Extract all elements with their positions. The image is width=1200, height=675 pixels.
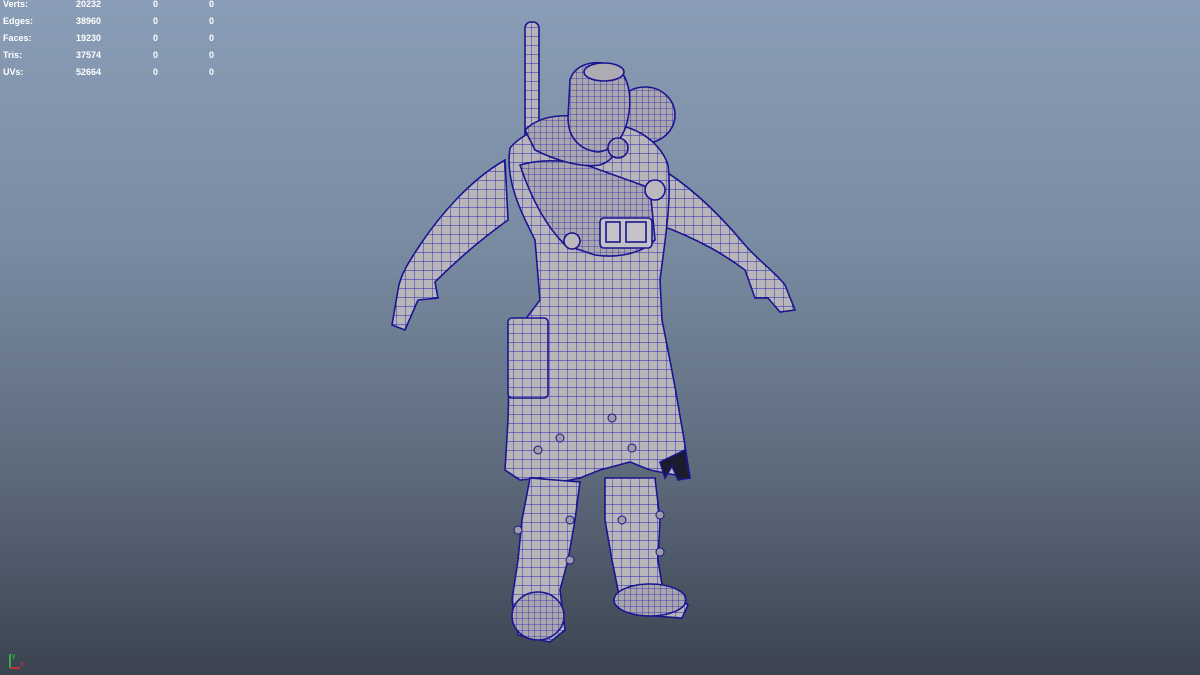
axis-y-label: y [12, 653, 16, 660]
goggles [583, 62, 625, 82]
left-boot [511, 591, 565, 641]
3d-viewport[interactable] [0, 0, 1200, 675]
axis-x-label: x [20, 661, 24, 668]
left-arm [391, 158, 509, 332]
right-arm [654, 163, 797, 313]
axis-gizmo: y x [9, 653, 24, 669]
right-boot [613, 583, 687, 617]
character-model[interactable] [391, 21, 797, 643]
thigh-pouch [507, 317, 549, 399]
